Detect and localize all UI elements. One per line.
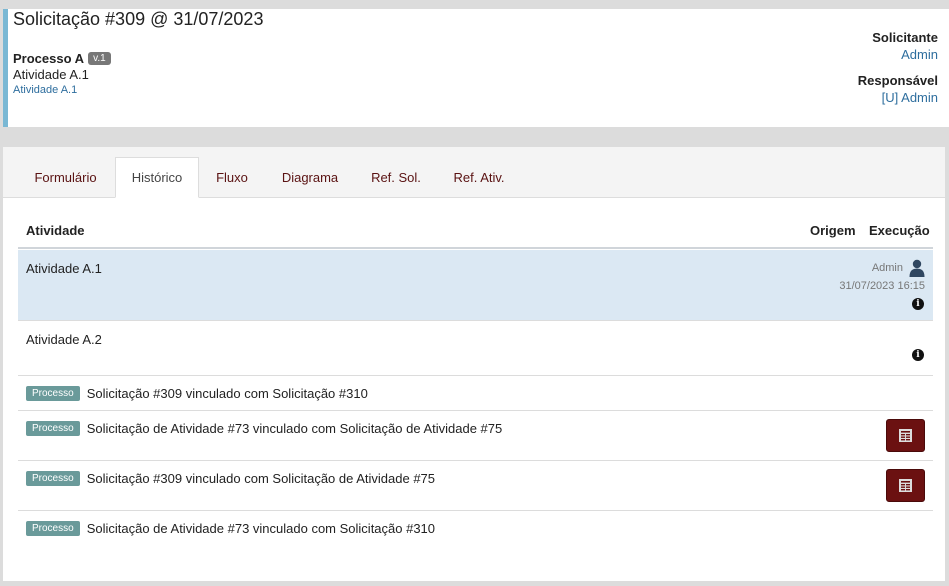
process-badge: Processo xyxy=(26,471,80,486)
tab-bar: Formulário Histórico Fluxo Diagrama Ref.… xyxy=(3,147,945,198)
responsible-label: Responsável xyxy=(857,73,938,88)
tab-ref-sol[interactable]: Ref. Sol. xyxy=(361,157,431,198)
page-title: Solicitação #309 @ 31/07/2023 xyxy=(13,9,264,29)
header-execution: Execução xyxy=(869,223,930,238)
link-item: Processo Solicitação de Atividade #73 vi… xyxy=(26,521,435,536)
table-row[interactable]: Atividade A.2 i xyxy=(18,321,933,376)
tab-formulario[interactable]: Formulário xyxy=(18,157,113,198)
current-activity: Atividade A.1 xyxy=(13,67,89,82)
process-badge: Processo xyxy=(26,386,80,401)
header-origin: Origem xyxy=(810,223,856,238)
responsible-link[interactable]: [U] Admin xyxy=(858,90,938,105)
open-request-button[interactable] xyxy=(886,469,925,502)
tab-fluxo[interactable]: Fluxo xyxy=(201,157,263,198)
row-activity: Atividade A.1 xyxy=(26,261,102,276)
link-item: Processo Solicitação #309 vinculado com … xyxy=(26,386,368,401)
link-text: Solicitação de Atividade #73 vinculado c… xyxy=(86,521,436,536)
table-header: Atividade Origem Execução xyxy=(18,215,933,249)
header-activity: Atividade xyxy=(26,223,85,238)
process-badge: Processo xyxy=(26,421,80,436)
table-icon xyxy=(899,429,912,442)
tab-diagrama[interactable]: Diagrama xyxy=(269,157,351,198)
process-line: Processo A v.1 xyxy=(13,51,111,66)
tab-ref-ativ[interactable]: Ref. Ativ. xyxy=(443,157,515,198)
requester-label: Solicitante xyxy=(872,30,938,45)
exec-user: Admin xyxy=(872,259,925,277)
open-request-button[interactable] xyxy=(886,419,925,452)
link-item: Processo Solicitação de Atividade #73 vi… xyxy=(26,421,502,436)
info-icon[interactable]: i xyxy=(912,349,924,361)
table-icon xyxy=(899,479,912,492)
link-text: Solicitação #309 vinculado com Solicitaç… xyxy=(86,386,368,401)
link-text: Solicitação #309 vinculado com Solicitaç… xyxy=(86,471,436,486)
row-activity: Atividade A.2 xyxy=(26,332,102,347)
link-row: Processo Solicitação #309 vinculado com … xyxy=(18,376,933,411)
tab-historico[interactable]: Histórico xyxy=(115,157,199,198)
version-badge: v.1 xyxy=(88,52,111,65)
link-row: Processo Solicitação de Atividade #73 vi… xyxy=(18,511,933,547)
user-icon xyxy=(909,259,925,277)
exec-date: 31/07/2023 16:15 xyxy=(839,280,925,292)
link-row: Processo Solicitação #309 vinculado com … xyxy=(18,461,933,511)
exec-user-name: Admin xyxy=(871,262,903,274)
link-item: Processo Solicitação #309 vinculado com … xyxy=(26,471,435,486)
process-badge: Processo xyxy=(26,521,80,536)
top-bar xyxy=(0,0,949,9)
requester-link[interactable]: Admin xyxy=(872,47,938,62)
process-name: Processo A xyxy=(13,51,85,66)
activity-link[interactable]: Atividade A.1 xyxy=(13,84,77,96)
request-header: Solicitação #309 @ 31/07/2023 Processo A… xyxy=(3,9,949,127)
history-panel: Formulário Histórico Fluxo Diagrama Ref.… xyxy=(3,147,945,581)
table-row[interactable]: Atividade A.1 Admin 31/07/2023 16:15 i xyxy=(18,250,933,321)
link-row: Processo Solicitação de Atividade #73 vi… xyxy=(18,411,933,461)
requester-block: Solicitante Admin xyxy=(872,30,938,62)
link-text: Solicitação de Atividade #73 vinculado c… xyxy=(86,421,503,436)
info-icon[interactable]: i xyxy=(912,298,924,310)
responsible-block: Responsável [U] Admin xyxy=(858,73,938,105)
